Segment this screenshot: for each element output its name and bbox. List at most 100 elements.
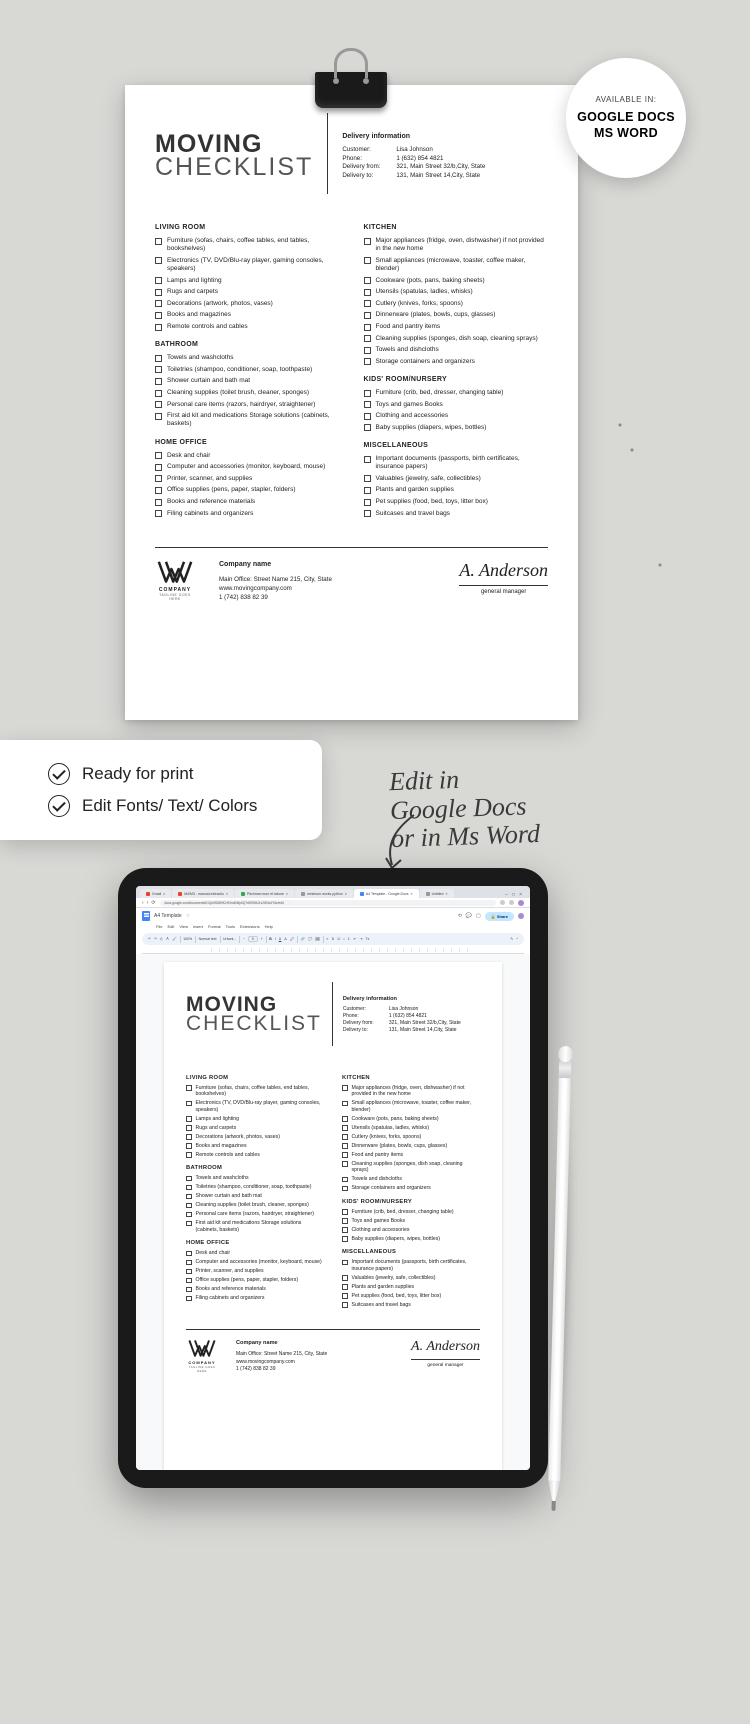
indent-dec-icon[interactable]: ⇤ [354, 937, 357, 941]
tab-close-icon[interactable]: × [345, 892, 347, 896]
docs-menu-item[interactable]: Extensions [240, 924, 260, 929]
checkbox-icon[interactable] [342, 1186, 348, 1192]
checkbox-icon[interactable] [342, 1209, 348, 1215]
docs-menu-item[interactable]: File [156, 924, 162, 929]
extension-icon[interactable] [500, 900, 505, 905]
checkbox-icon[interactable] [364, 300, 371, 307]
number-list-icon[interactable]: 1. [348, 937, 351, 941]
checkbox-icon[interactable] [155, 312, 162, 319]
checkbox-icon[interactable] [342, 1152, 348, 1158]
checkbox-icon[interactable] [155, 289, 162, 296]
font-size-plus[interactable]: + [261, 937, 263, 941]
checkbox-icon[interactable] [342, 1134, 348, 1140]
clear-format-icon[interactable]: Tx [365, 937, 369, 941]
checkbox-icon[interactable] [342, 1293, 348, 1299]
extension-icon[interactable] [509, 900, 514, 905]
docs-menu-item[interactable]: View [179, 924, 188, 929]
checkbox-icon[interactable] [186, 1185, 192, 1191]
checklist-icon[interactable]: ☑ [337, 937, 340, 941]
underline-icon[interactable]: U [279, 937, 282, 941]
checkbox-icon[interactable] [155, 238, 162, 245]
font-select[interactable]: Urbani... [223, 937, 236, 941]
checkbox-icon[interactable] [364, 324, 371, 331]
history-icon[interactable]: ⟲ [458, 913, 462, 919]
document-sheet-in-editor[interactable]: MOVING CHECKLIST Delivery information Cu… [164, 962, 502, 1470]
checkbox-icon[interactable] [342, 1101, 348, 1107]
docs-menu-item[interactable]: Edit [167, 924, 174, 929]
docs-menu-item[interactable]: Help [265, 924, 273, 929]
line-spacing-icon[interactable]: ⇅ [331, 937, 334, 941]
docs-ruler[interactable] [142, 947, 524, 954]
font-size-field[interactable]: 9 [248, 936, 258, 942]
comment-icon[interactable]: 💬 [308, 937, 312, 941]
checkbox-icon[interactable] [342, 1218, 348, 1224]
style-select[interactable]: Normal text [199, 937, 217, 941]
checkbox-icon[interactable] [342, 1302, 348, 1308]
paint-format-icon[interactable]: 🖌 [172, 937, 176, 941]
back-icon[interactable]: ‹ [142, 900, 144, 906]
undo-icon[interactable]: ↶ [148, 937, 151, 941]
checkbox-icon[interactable] [155, 324, 162, 331]
print-icon[interactable]: ⎙ [160, 937, 163, 941]
checkbox-icon[interactable] [342, 1116, 348, 1122]
checkbox-icon[interactable] [342, 1085, 348, 1091]
checkbox-icon[interactable] [186, 1143, 192, 1149]
bullet-list-icon[interactable]: • [343, 937, 344, 941]
browser-tab[interactable]: minimum works python× [295, 889, 353, 898]
spellcheck-icon[interactable]: Ａ [166, 937, 170, 942]
star-icon[interactable]: ☆ [186, 913, 190, 919]
checkbox-icon[interactable] [364, 335, 371, 342]
checkbox-icon[interactable] [186, 1194, 192, 1200]
checkbox-icon[interactable] [155, 366, 162, 373]
align-icon[interactable]: ≡ [326, 937, 328, 941]
checkbox-icon[interactable] [155, 257, 162, 264]
tab-close-icon[interactable]: × [445, 892, 447, 896]
checkbox-icon[interactable] [342, 1125, 348, 1131]
checkbox-icon[interactable] [155, 378, 162, 385]
checkbox-icon[interactable] [186, 1125, 192, 1131]
checkbox-icon[interactable] [364, 358, 371, 365]
checkbox-icon[interactable] [155, 510, 162, 517]
checkbox-icon[interactable] [342, 1161, 348, 1167]
checkbox-icon[interactable] [155, 390, 162, 397]
checkbox-icon[interactable] [364, 289, 371, 296]
italic-icon[interactable]: I [275, 937, 276, 941]
checkbox-icon[interactable] [364, 475, 371, 482]
checkbox-icon[interactable] [155, 355, 162, 362]
checkbox-icon[interactable] [364, 401, 371, 408]
browser-tab[interactable]: Untitled× [420, 889, 454, 898]
bold-icon[interactable]: B [269, 937, 272, 941]
toolbar-collapse-icon[interactable]: ^ [516, 937, 518, 941]
google-docs-icon[interactable] [142, 911, 150, 921]
checkbox-icon[interactable] [186, 1212, 192, 1218]
checkbox-icon[interactable] [186, 1085, 192, 1091]
checkbox-icon[interactable] [186, 1251, 192, 1257]
image-icon[interactable]: 🖼 [315, 937, 319, 941]
indent-inc-icon[interactable]: ⇥ [360, 937, 363, 941]
checkbox-icon[interactable] [186, 1116, 192, 1122]
zoom-select[interactable]: 100% [183, 937, 192, 941]
url-field[interactable]: docs.google.com/document/d/1Qn5S8D9K2H3m… [160, 900, 496, 906]
checkbox-icon[interactable] [155, 487, 162, 494]
user-avatar[interactable] [518, 913, 524, 919]
checkbox-icon[interactable] [186, 1278, 192, 1284]
docs-menu-item[interactable]: Format [208, 924, 221, 929]
checkbox-icon[interactable] [155, 300, 162, 307]
checkbox-icon[interactable] [186, 1296, 192, 1302]
browser-tab[interactable]: Gmail× [140, 889, 171, 898]
checkbox-icon[interactable] [186, 1287, 192, 1293]
checkbox-icon[interactable] [342, 1236, 348, 1242]
checkbox-icon[interactable] [342, 1260, 348, 1266]
highlight-icon[interactable]: 🖍 [290, 937, 294, 941]
checkbox-icon[interactable] [186, 1134, 192, 1140]
tab-close-icon[interactable]: × [226, 892, 228, 896]
checkbox-icon[interactable] [155, 499, 162, 506]
checkbox-icon[interactable] [342, 1227, 348, 1233]
comments-icon[interactable]: 💬 [466, 913, 472, 919]
reload-icon[interactable]: ⟳ [151, 900, 155, 906]
docs-menu-item[interactable]: Tools [226, 924, 235, 929]
checkbox-icon[interactable] [155, 452, 162, 459]
checkbox-icon[interactable] [155, 464, 162, 471]
checkbox-icon[interactable] [364, 347, 371, 354]
editing-mode-icon[interactable]: ✎ [510, 937, 513, 941]
